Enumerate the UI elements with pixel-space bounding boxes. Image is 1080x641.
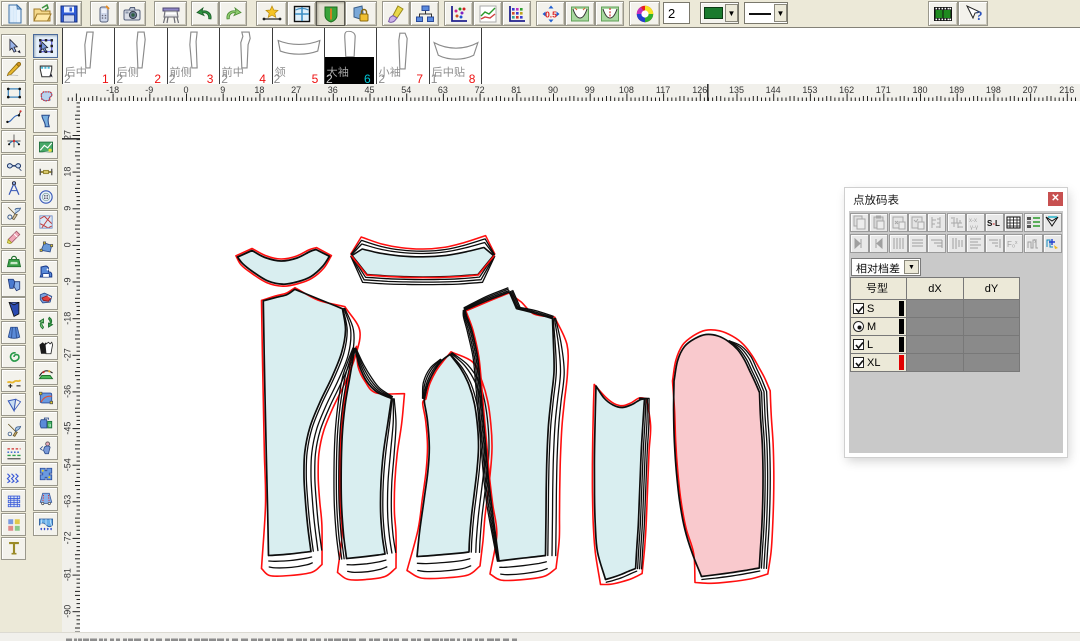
svg-text:72: 72 (475, 85, 485, 95)
svg-text:45: 45 (364, 85, 374, 95)
svg-text:-9: -9 (63, 277, 73, 285)
svg-text:216: 216 (1059, 85, 1074, 95)
svg-text:81: 81 (511, 85, 521, 95)
svg-text:189: 189 (949, 85, 964, 95)
svg-text:9: 9 (63, 206, 73, 211)
svg-text:u: u (48, 423, 51, 428)
svg-text:-63: -63 (63, 495, 73, 508)
svg-text:-27: -27 (63, 348, 73, 361)
svg-text:108: 108 (619, 85, 634, 95)
svg-text:27: 27 (291, 85, 301, 95)
svg-text:63: 63 (438, 85, 448, 95)
svg-text:-9: -9 (145, 85, 153, 95)
svg-text:-18: -18 (63, 312, 73, 325)
svg-text:x-x: x-x (969, 218, 977, 224)
svg-text:207: 207 (1023, 85, 1038, 95)
svg-text:0: 0 (63, 242, 73, 247)
svg-text:180: 180 (912, 85, 927, 95)
svg-text:198: 198 (986, 85, 1001, 95)
svg-text:18: 18 (63, 167, 73, 177)
svg-text:-45: -45 (63, 422, 73, 435)
svg-text:-81: -81 (63, 568, 73, 581)
svg-text:126: 126 (692, 85, 707, 95)
svg-text:-72: -72 (63, 531, 73, 544)
svg-text:-18: -18 (106, 85, 119, 95)
svg-text:162: 162 (839, 85, 854, 95)
svg-text:0: 0 (183, 85, 188, 95)
svg-text:x: x (1015, 240, 1018, 246)
svg-text:18: 18 (254, 85, 264, 95)
svg-text:y-y: y-y (970, 225, 978, 230)
svg-text:-54: -54 (63, 458, 73, 471)
svg-text:90: 90 (548, 85, 558, 95)
svg-text:F₀: F₀ (1007, 240, 1015, 249)
svg-text:117: 117 (656, 85, 670, 95)
svg-text:?: ? (976, 8, 983, 23)
svg-text:S-L: S-L (987, 219, 1000, 228)
svg-text:9: 9 (220, 85, 225, 95)
svg-text:135: 135 (729, 85, 744, 95)
svg-text:153: 153 (802, 85, 817, 95)
svg-text:171: 171 (876, 85, 891, 95)
svg-text:-36: -36 (63, 385, 73, 398)
svg-text:99: 99 (585, 85, 595, 95)
svg-text:-90: -90 (63, 605, 73, 618)
svg-text:36: 36 (328, 85, 338, 95)
svg-text:54: 54 (401, 85, 411, 95)
svg-text:0.5: 0.5 (545, 9, 557, 19)
svg-text:144: 144 (766, 85, 781, 95)
svg-text:y: y (1034, 238, 1037, 244)
